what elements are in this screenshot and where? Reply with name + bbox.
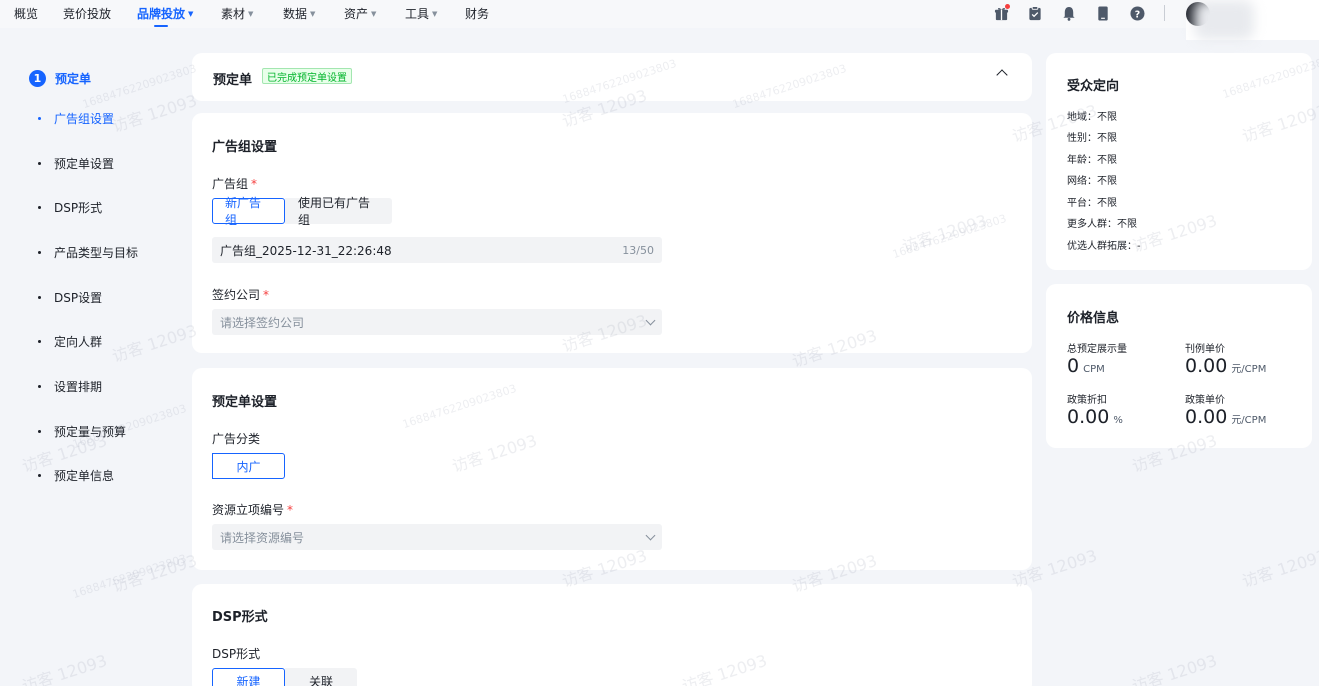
nav-brand[interactable]: 品牌投放 ▼ [137,5,193,22]
category-choice-group: 内广 [212,453,285,479]
step-item-volume-budget[interactable]: 预定量与预算 [38,423,126,440]
dsp-choice-group: 新建 关联 [212,668,357,686]
user-account[interactable] [1186,0,1319,40]
chevron-down-icon [645,315,656,325]
caret-down-icon: ▼ [310,9,316,18]
caret-down-icon: ▼ [371,9,377,18]
notification-dot [1005,4,1010,9]
resource-select[interactable]: 请选择资源编号 [212,524,662,550]
step-number-badge: 1 [29,70,46,87]
audience-expand: 优选人群拓展：- [1067,241,1141,252]
section-title: 预定单设置 [212,395,278,410]
watermark: 访客 12093 [109,550,200,597]
step-item-adgroup[interactable]: 广告组设置 [38,110,114,127]
audience-network: 网络：不限 [1067,176,1117,187]
audience-region: 地域：不限 [1067,112,1117,123]
total-label: 总预定展示量 [1067,344,1127,355]
audience-more: 更多人群：不限 [1067,219,1137,230]
bell-icon[interactable] [1061,5,1077,21]
caret-down-icon: ▼ [248,9,254,18]
watermark: 16884762209023803 [80,61,199,112]
nav-overview[interactable]: 概览 [14,5,38,22]
dsp-form-label: DSP形式 [212,647,261,661]
audience-gender: 性别：不限 [1067,133,1117,144]
nav-assets[interactable]: 资产 ▼ [344,5,376,22]
caret-down-icon: ▼ [432,9,438,18]
audience-platform: 平台：不限 [1067,198,1117,209]
divider [1164,5,1165,21]
nav-tools[interactable]: 工具 ▼ [405,5,437,22]
dsp-link-button[interactable]: 关联 [285,668,357,686]
gift-icon[interactable] [993,4,1010,21]
step-item-order-info[interactable]: 预定单信息 [38,467,114,484]
step-item-audience[interactable]: 定向人群 [38,333,102,350]
watermark: 访客 12093 [1239,545,1319,592]
order-title: 预定单 [213,73,253,88]
step-item-dsp-settings[interactable]: DSP设置 [38,289,102,306]
section-title: DSP形式 [212,610,268,625]
top-navigation: 概览 竞价投放 品牌投放 ▼ 素材 ▼ 数据 ▼ 资产 ▼ 工具 ▼ 财务 ? [0,0,1319,40]
active-nav-indicator [154,25,168,27]
step-item-product-type[interactable]: 产品类型与目标 [38,244,138,261]
adgroup-name-input[interactable]: 广告组_2025-12-31_22:26:48 13/50 [212,237,662,263]
company-select[interactable]: 请选择签约公司 [212,309,662,335]
resource-label: 资源立项编号 * [212,503,294,517]
clipboard-icon[interactable] [1027,5,1043,21]
watermark: 访客 12093 [19,650,110,686]
nav-data[interactable]: 数据 ▼ [283,5,315,22]
status-badge: 已完成预定单设置 [262,68,352,84]
policy-price-label: 政策单价 [1185,395,1225,406]
svg-text:?: ? [1134,9,1139,20]
adgroup-choice-group: 新广告组 使用已有广告组 [212,196,392,227]
company-label: 签约公司 * [212,288,270,302]
step-item-order-settings[interactable]: 预定单设置 [38,155,114,172]
discount-label: 政策折扣 [1067,395,1107,406]
total-value: 0 CPM [1067,355,1105,377]
audience-age: 年龄：不限 [1067,155,1117,166]
list-price-value: 0.00 元/CPM [1185,355,1267,377]
price-title: 价格信息 [1067,311,1120,326]
username-blurred [1194,0,1254,40]
step-title: 预定单 [55,72,92,86]
watermark: 16884762209023803 [70,551,189,602]
dsp-new-button[interactable]: 新建 [212,668,285,686]
step-header[interactable]: 1 预定单 [29,70,91,87]
section-title: 广告组设置 [212,140,278,155]
audience-title: 受众定向 [1067,79,1120,94]
char-count: 13/50 [622,243,654,257]
nav-material[interactable]: 素材 ▼ [221,5,253,22]
adgroup-label: 广告组 * [212,177,258,191]
discount-value: 0.00% [1067,406,1123,428]
phone-icon[interactable] [1095,5,1111,21]
watermark: 访客 12093 [1129,650,1220,686]
chevron-down-icon [645,530,656,540]
existing-adgroup-button[interactable]: 使用已有广告组 [285,196,392,227]
caret-down-icon: ▼ [188,9,194,18]
watermark: 访客 12093 [109,320,200,367]
category-label: 广告分类 [212,432,261,446]
help-icon[interactable]: ? [1129,5,1145,21]
category-internal-button[interactable]: 内广 [212,453,285,479]
watermark: 访客 12093 [109,90,200,137]
new-adgroup-button[interactable]: 新广告组 [212,196,285,227]
list-price-label: 刊例单价 [1185,344,1225,355]
step-item-schedule[interactable]: 设置排期 [38,378,102,395]
policy-price-value: 0.00 元/CPM [1185,406,1267,428]
nav-finance[interactable]: 财务 [465,5,489,22]
nav-bidding[interactable]: 竞价投放 [63,5,111,22]
step-item-dsp-form[interactable]: DSP形式 [38,199,102,216]
